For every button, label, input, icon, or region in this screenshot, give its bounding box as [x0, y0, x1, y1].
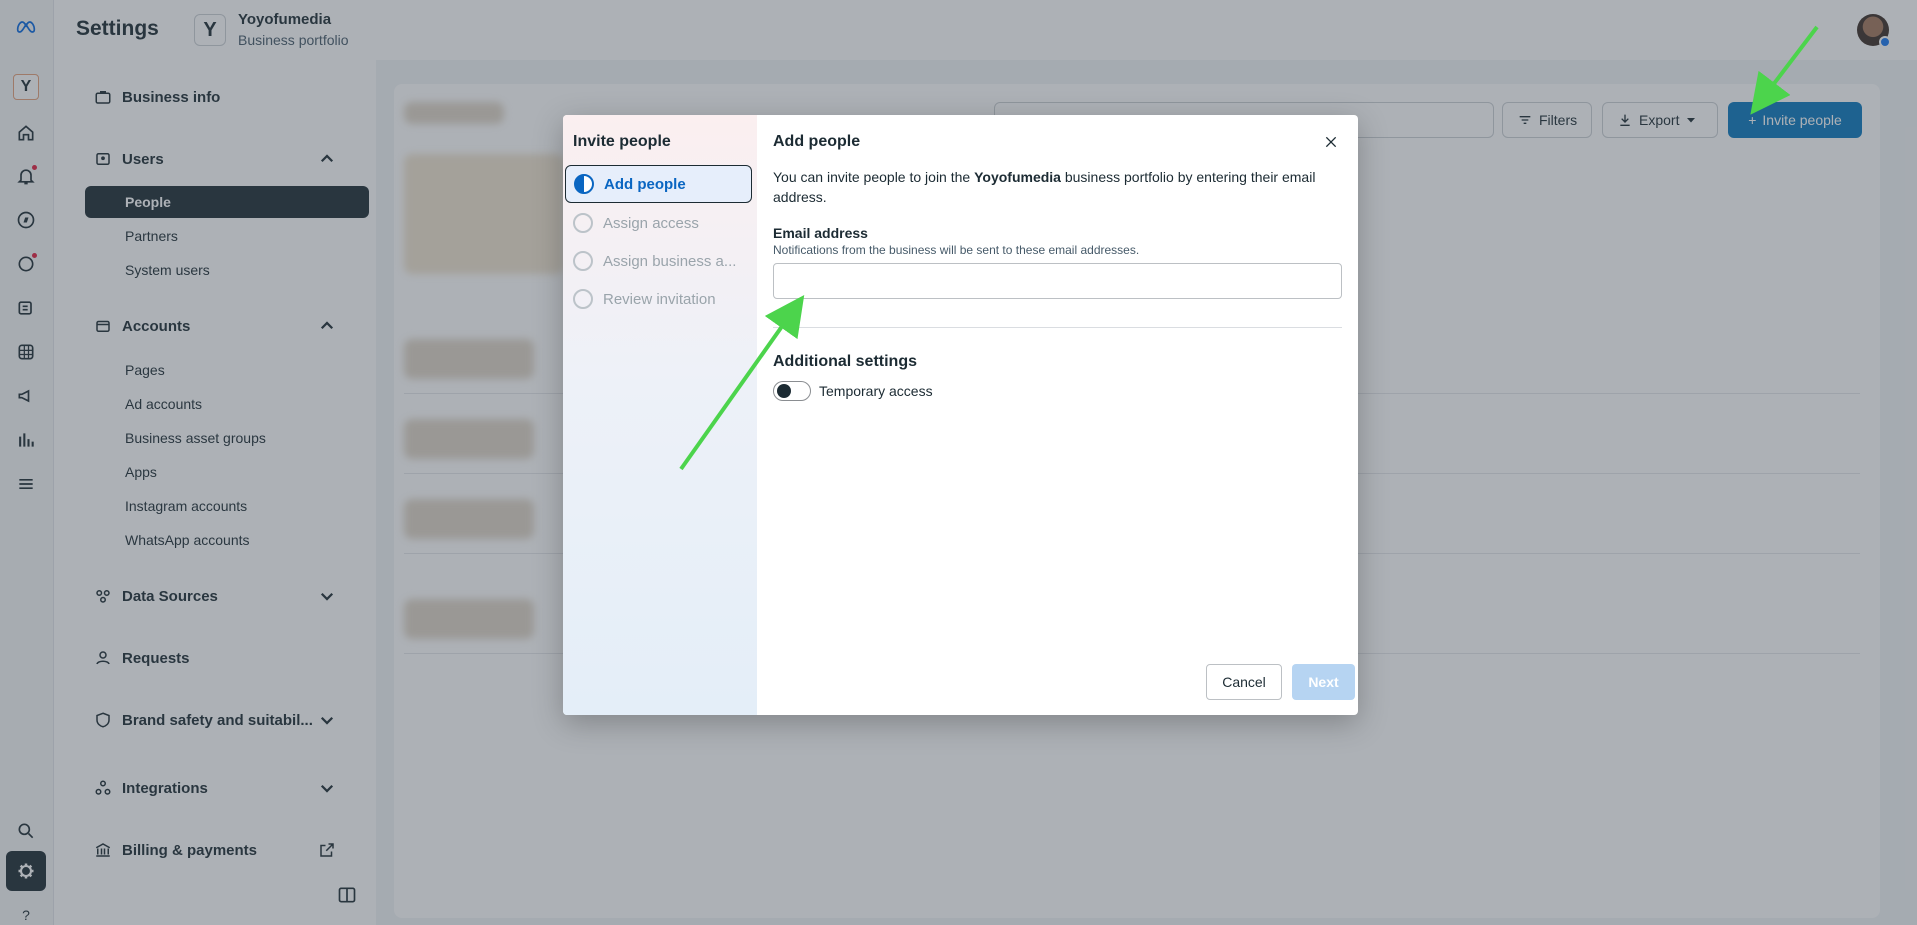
email-help-text: Notifications from the business will be …	[773, 243, 1140, 257]
step-circle-icon	[573, 213, 593, 233]
step-label: Add people	[604, 175, 686, 193]
email-field[interactable]	[773, 263, 1342, 299]
close-icon[interactable]	[1320, 131, 1342, 153]
intro-text: You can invite people to join the	[773, 169, 975, 185]
step-assign-business-assets: Assign business a...	[565, 242, 752, 280]
temporary-access-toggle[interactable]	[773, 381, 811, 401]
toggle-knob	[777, 384, 791, 398]
step-circle-icon	[573, 289, 593, 309]
temporary-access-label: Temporary access	[819, 383, 933, 399]
add-people-panel: Add people You can invite people to join…	[773, 115, 1358, 715]
step-review-invitation: Review invitation	[565, 280, 752, 318]
intro-business-name: Yoyofumedia	[974, 169, 1061, 185]
step-label: Assign business a...	[603, 252, 737, 270]
step-label: Assign access	[603, 214, 699, 232]
additional-settings-title: Additional settings	[773, 353, 917, 370]
panel-title: Add people	[773, 133, 861, 150]
step-add-people[interactable]: Add people	[565, 165, 752, 203]
step-assign-access: Assign access	[565, 204, 752, 242]
invite-people-dialog: Invite people Add people Assign access A…	[563, 115, 1358, 715]
email-label: Email address	[773, 225, 868, 241]
divider	[773, 327, 1342, 328]
step-circle-icon	[573, 251, 593, 271]
cancel-button[interactable]: Cancel	[1206, 664, 1282, 700]
invite-description: You can invite people to join the Yoyofu…	[773, 167, 1343, 207]
step-label: Review invitation	[603, 290, 716, 308]
step-progress-icon	[574, 174, 594, 194]
invite-steps-panel: Invite people Add people Assign access A…	[563, 115, 757, 715]
steps-title: Invite people	[573, 133, 671, 150]
next-button[interactable]: Next	[1292, 664, 1355, 700]
